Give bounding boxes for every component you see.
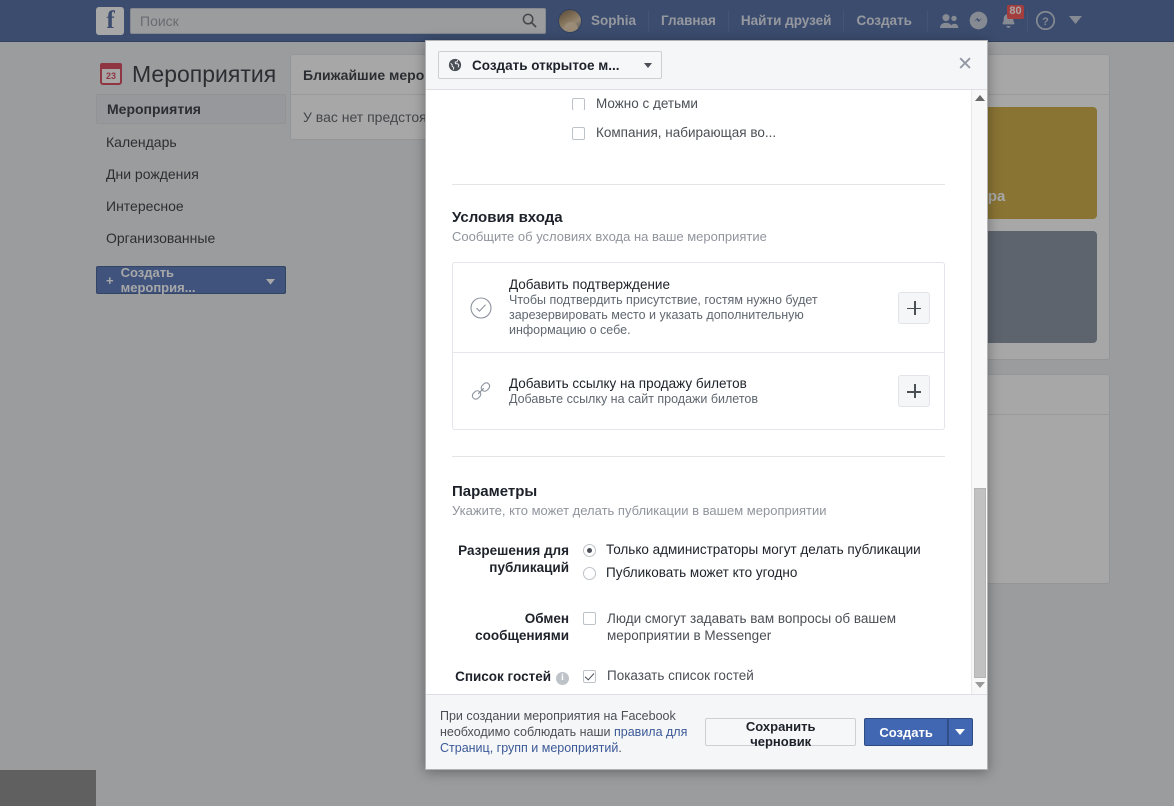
params-section-subtitle: Укажите, кто может делать публикации в в… [452,503,945,518]
checkbox-kid-friendly[interactable] [572,98,585,110]
option-subtitle: Чтобы подтвердить присутствие, гостям ну… [509,293,882,338]
checkbox-row-kid-friendly[interactable]: Можно с детьми [572,96,945,110]
option-subtitle: Добавьте ссылку на сайт продажи билетов [509,392,882,407]
post-permissions-options: Только администраторы могут делать публи… [583,542,945,588]
add-ticket-link-button[interactable] [898,375,930,407]
checkbox-hiring-company-label: Компания, набирающая во... [596,125,776,140]
create-button[interactable]: Создать [864,718,947,746]
dialog-footer: При создании мероприятия на Facebook нео… [426,694,987,769]
entry-section-title: Условия входа [452,209,945,226]
radio-admins-only-label: Только администраторы могут делать публи… [606,542,921,557]
post-permissions-label: Разрешения для публикаций [452,542,583,588]
option-row-add-confirmation[interactable]: Добавить подтверждение Чтобы подтвердить… [453,263,944,352]
params-section-title: Параметры [452,483,945,500]
chevron-down-icon [644,63,652,68]
messaging-label: Обмен сообщениями [452,610,583,644]
param-row-post-permissions: Разрешения для публикаций Только админис… [452,542,945,588]
entry-options-list: Добавить подтверждение Чтобы подтвердить… [452,262,945,430]
option-title: Добавить ссылку на продажу билетов [509,376,882,391]
dialog-scroll-area: Можно с детьми Компания, набирающая во..… [426,90,987,694]
option-row-add-ticket-link[interactable]: Добавить ссылку на продажу билетов Добав… [453,352,944,429]
scroll-up-button[interactable] [972,90,987,107]
checkbox-row-hiring-company[interactable]: Компания, набирающая во... [572,125,945,140]
info-icon[interactable]: i [556,672,569,685]
create-event-dialog: Создать открытое м... ✕ Можно с детьми К… [425,40,988,770]
guest-list-label: Список гостей i [452,668,583,685]
radio-row-admins-only[interactable]: Только администраторы могут делать публи… [583,542,945,557]
globe-icon [448,58,462,72]
checkbox-show-guest-list[interactable] [583,670,596,683]
guest-list-label-text: Список гостей [455,669,551,684]
option-text: Добавить подтверждение Чтобы подтвердить… [509,277,882,338]
footer-actions: Сохранить черновик Создать [705,718,973,746]
scrollbar-thumb[interactable] [974,488,986,678]
save-draft-button[interactable]: Сохранить черновик [705,718,856,746]
radio-row-anyone[interactable]: Публиковать может кто угодно [583,565,945,580]
event-privacy-dropdown[interactable]: Создать открытое м... [438,51,662,79]
param-row-messaging: Обмен сообщениями Люди смогут задавать в… [452,610,945,644]
link-icon [469,379,493,403]
checkbox-show-guest-list-label: Показать список гостей [607,668,754,683]
option-title: Добавить подтверждение [509,277,882,292]
entry-section-subtitle: Сообщите об условиях входа на ваше мероп… [452,229,945,244]
checkbox-kid-friendly-label: Можно с детьми [596,96,698,110]
create-options-caret-icon[interactable] [948,718,973,746]
dialog-scrollbar[interactable] [971,90,987,694]
checkbox-row-messenger-questions[interactable]: Люди смогут задавать вам вопросы об ваше… [583,610,945,644]
event-privacy-label: Создать открытое м... [472,58,620,73]
radio-anyone-label: Публиковать может кто угодно [606,565,797,580]
checkbox-messenger-questions-label: Люди смогут задавать вам вопросы об ваше… [607,610,945,644]
checkbox-row-show-guest-list[interactable]: Показать список гостей [583,668,945,683]
checkbox-hiring-company[interactable] [572,127,585,140]
checkbox-messenger-questions[interactable] [583,612,596,625]
messaging-option: Люди смогут задавать вам вопросы об ваше… [583,610,945,644]
guest-list-option: Показать список гостей [583,668,945,685]
radio-anyone[interactable] [583,567,596,580]
dialog-header: Создать открытое м... ✕ [426,41,987,90]
close-icon[interactable]: ✕ [957,57,973,73]
footer-note-part2: . [618,741,621,755]
radio-admins-only[interactable] [583,544,596,557]
footer-policy-note: При создании мероприятия на Facebook нео… [440,708,705,756]
add-confirmation-button[interactable] [898,292,930,324]
option-text: Добавить ссылку на продажу билетов Добав… [509,376,882,407]
check-circle-icon [469,296,493,320]
param-row-guest-list: Список гостей i Показать список гостей [452,668,945,685]
dialog-body: Можно с детьми Компания, набирающая во..… [426,90,971,694]
scroll-down-button[interactable] [972,677,987,694]
